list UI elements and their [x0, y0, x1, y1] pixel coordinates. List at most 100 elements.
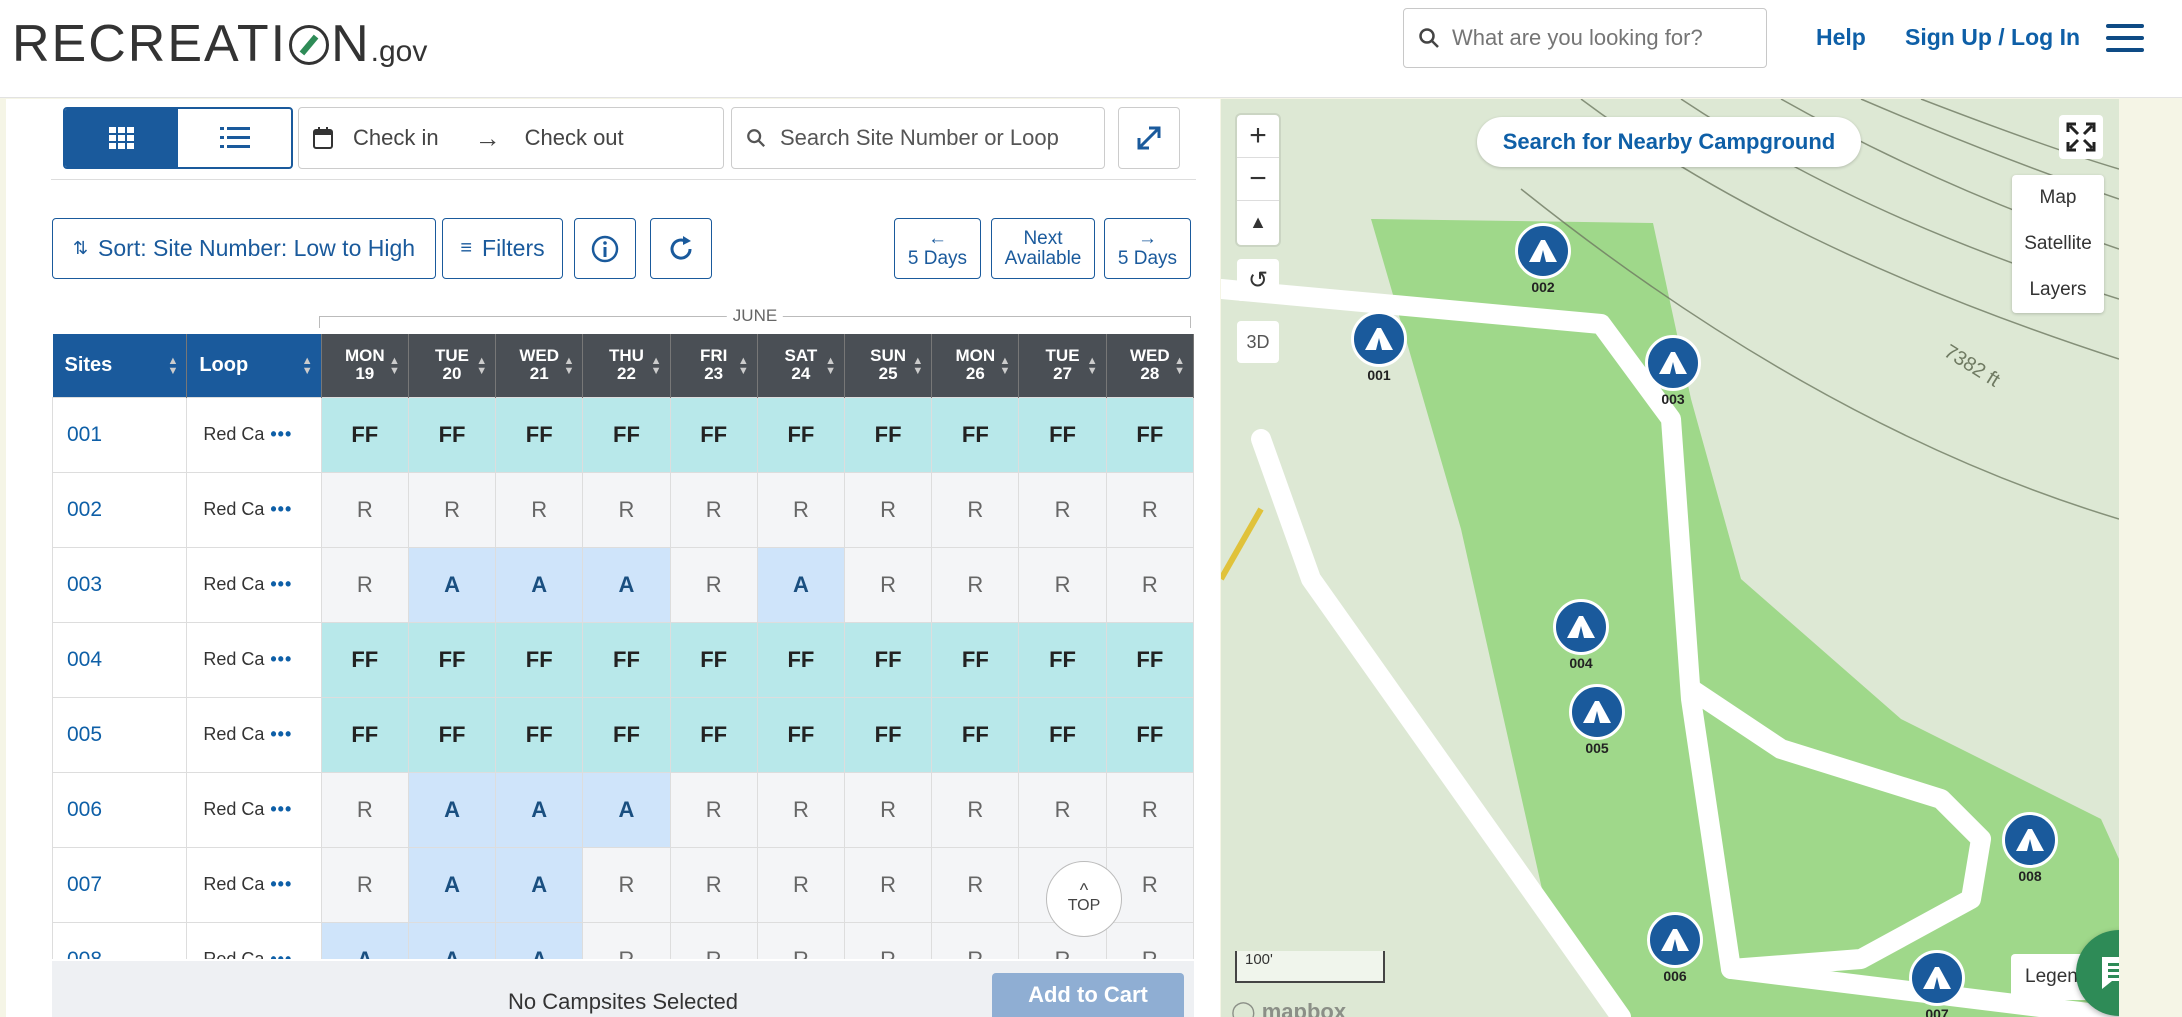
column-header-sites[interactable]: Sites ▲ ▼ — [52, 334, 188, 397]
site-number-link[interactable]: 002 — [52, 471, 188, 548]
availability-cell[interactable]: A — [495, 921, 584, 959]
availability-cell[interactable]: A — [756, 546, 846, 623]
column-header-day[interactable]: FRI 23 ▲ ▼ — [670, 334, 758, 397]
column-header-day[interactable]: MON 26 ▲ ▼ — [931, 334, 1020, 397]
availability-cell: R — [843, 546, 933, 623]
availability-cell[interactable]: A — [407, 921, 497, 959]
availability-cell: FF — [843, 396, 933, 473]
column-header-day[interactable]: SAT 24 ▲ ▼ — [757, 334, 846, 397]
more-options-icon[interactable]: ••• — [270, 949, 292, 959]
more-options-icon[interactable]: ••• — [270, 499, 292, 519]
more-options-icon[interactable]: ••• — [270, 874, 292, 894]
column-header-day[interactable]: WED 21 ▲ ▼ — [495, 334, 584, 397]
availability-cell[interactable]: A — [495, 546, 584, 623]
availability-cell[interactable]: A — [495, 771, 584, 848]
grid-view-button[interactable] — [65, 109, 178, 167]
site-number-link[interactable]: 005 — [52, 696, 188, 773]
layer-layers-option[interactable]: Layers — [2012, 267, 2104, 313]
campsite-pin[interactable]: 006 — [1647, 912, 1703, 984]
zoom-out-button[interactable]: − — [1237, 158, 1279, 201]
availability-cell[interactable]: A — [407, 546, 497, 623]
zoom-in-button[interactable]: + — [1237, 115, 1279, 158]
column-header-day[interactable]: TUE 20 ▲ ▼ — [408, 334, 497, 397]
campsite-pin[interactable]: 002 — [1515, 223, 1571, 295]
expand-grid-button[interactable] — [1118, 107, 1180, 169]
sort-caret-icon: ▲ ▼ — [389, 355, 400, 377]
view-toggle — [63, 107, 293, 169]
column-header-day[interactable]: SUN 25 ▲ ▼ — [844, 334, 933, 397]
availability-cell[interactable]: A — [582, 546, 671, 623]
more-options-icon[interactable]: ••• — [270, 724, 292, 744]
availability-cell: R — [669, 846, 758, 923]
next-available-button[interactable]: Next Available — [991, 218, 1095, 279]
column-header-loop[interactable]: Loop ▲ ▼ — [186, 334, 322, 397]
search-nearby-campground-button[interactable]: Search for Nearby Campground — [1477, 117, 1861, 167]
more-options-icon[interactable]: ••• — [270, 574, 292, 594]
help-link[interactable]: Help — [1816, 24, 1866, 51]
sort-icon: ⇅ — [72, 238, 89, 258]
sort-caret-icon: ▲ ▼ — [912, 355, 924, 377]
3d-toggle-button[interactable]: 3D — [1237, 321, 1279, 363]
availability-cell: R — [669, 771, 758, 848]
campground-map[interactable]: 7382 ft + − ▲ ↺ 3D Search for Nearby Cam… — [1221, 99, 2119, 1017]
filters-button[interactable]: ≡ Filters — [442, 218, 563, 279]
availability-cell: R — [931, 546, 1020, 623]
site-number-link[interactable]: 003 — [52, 546, 188, 623]
campsite-pin[interactable]: 003 — [1645, 335, 1701, 407]
info-button[interactable] — [574, 218, 636, 279]
campsite-pin[interactable]: 008 — [2002, 812, 2058, 884]
column-header-day[interactable]: WED 28 ▲ ▼ — [1106, 334, 1194, 397]
recreation-gov-logo[interactable]: RECREATI N.gov — [12, 14, 427, 74]
campsite-pin[interactable]: 001 — [1351, 311, 1407, 383]
date-range-picker[interactable]: Check in → Check out — [298, 107, 724, 169]
sort-caret-icon: ▲ ▼ — [650, 355, 662, 377]
global-search[interactable] — [1403, 8, 1767, 68]
sort-button[interactable]: ⇅ Sort: Site Number: Low to High — [52, 218, 436, 279]
column-header-day[interactable]: TUE 27 ▲ ▼ — [1018, 334, 1107, 397]
site-number-link[interactable]: 004 — [52, 621, 188, 698]
column-header-day[interactable]: MON 19 ▲ ▼ — [321, 334, 409, 397]
site-number-link[interactable]: 006 — [52, 771, 188, 848]
check-in-field[interactable]: Check in — [353, 125, 439, 151]
map-layer-menu: Map Satellite Layers — [2012, 175, 2104, 313]
menu-icon[interactable] — [2106, 24, 2144, 52]
next-5-days-button[interactable]: → 5 Days — [1104, 218, 1191, 279]
layer-satellite-option[interactable]: Satellite — [2012, 221, 2104, 267]
map-fullscreen-button[interactable] — [2059, 115, 2103, 159]
availability-cell: FF — [320, 696, 409, 773]
rotate-button[interactable]: ↺ — [1237, 259, 1279, 301]
chevron-up-icon: ^ — [1079, 880, 1089, 900]
availability-cell: FF — [582, 621, 671, 698]
campsite-pin[interactable]: 007 — [1909, 950, 1965, 1017]
availability-cell[interactable]: A — [407, 846, 497, 923]
site-search[interactable]: Search Site Number or Loop — [731, 107, 1105, 169]
login-link[interactable]: Sign Up / Log In — [1905, 24, 2080, 51]
site-number-link[interactable]: 001 — [52, 396, 188, 473]
availability-cell[interactable]: A — [495, 846, 584, 923]
availability-cell[interactable]: A — [407, 771, 497, 848]
compass-button[interactable]: ▲ — [1237, 201, 1279, 244]
refresh-icon — [670, 235, 692, 260]
site-number-link[interactable]: 007 — [52, 846, 188, 923]
campsite-pin[interactable]: 004 — [1553, 599, 1609, 671]
more-options-icon[interactable]: ••• — [270, 649, 292, 669]
availability-cell: FF — [669, 696, 758, 773]
column-header-day[interactable]: THU 22 ▲ ▼ — [582, 334, 671, 397]
list-view-button[interactable] — [178, 109, 291, 167]
campsite-pin[interactable]: 005 — [1569, 684, 1625, 756]
layer-map-option[interactable]: Map — [2012, 175, 2104, 221]
availability-cell[interactable]: A — [320, 921, 409, 959]
global-search-input[interactable] — [1452, 25, 1752, 51]
previous-5-days-button[interactable]: ← 5 Days — [894, 218, 981, 279]
add-to-cart-button[interactable]: Add to Cart — [992, 973, 1184, 1017]
loop-cell: Red Ca ••• — [186, 846, 322, 923]
site-number-link[interactable]: 008 — [52, 921, 188, 959]
map-canvas[interactable] — [1221, 99, 2119, 1017]
refresh-button[interactable] — [650, 218, 712, 279]
availability-cell[interactable]: A — [582, 771, 671, 848]
check-out-field[interactable]: Check out — [525, 125, 624, 151]
availability-cell: FF — [495, 621, 584, 698]
back-to-top-button[interactable]: ^ TOP — [1046, 861, 1122, 937]
more-options-icon[interactable]: ••• — [270, 799, 292, 819]
more-options-icon[interactable]: ••• — [270, 424, 292, 444]
